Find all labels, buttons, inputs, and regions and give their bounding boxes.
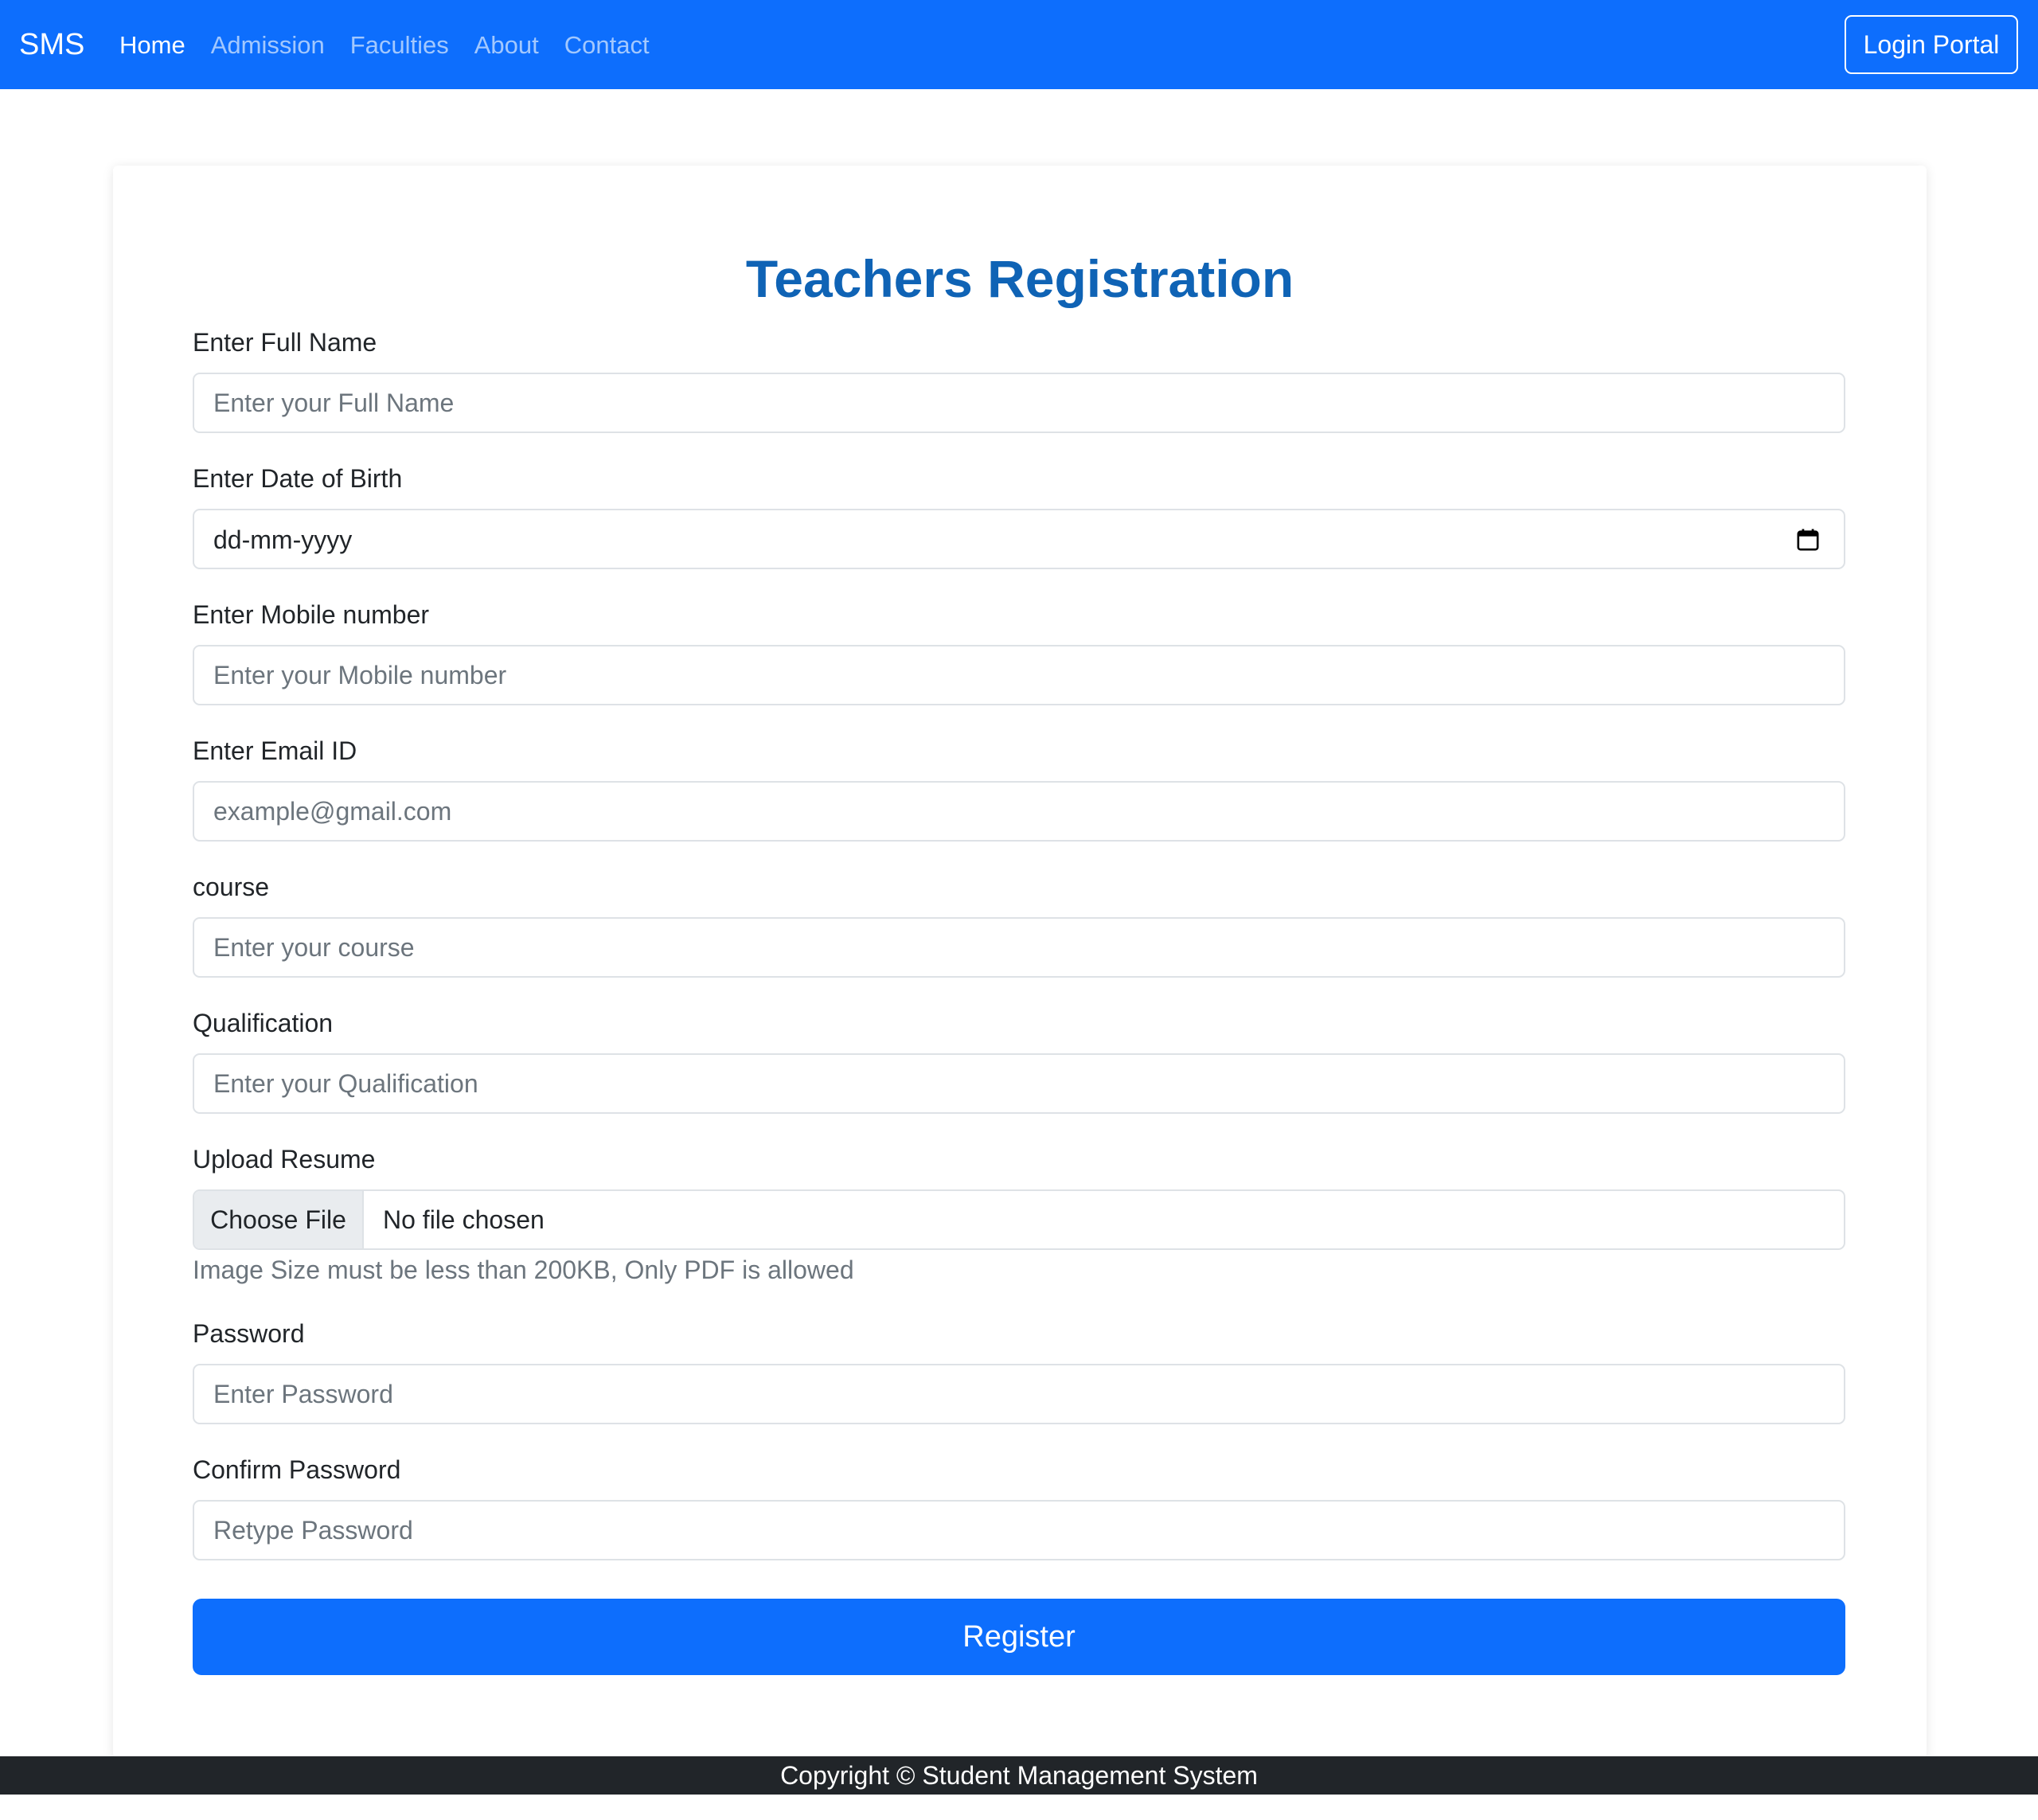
calendar-icon[interactable] <box>1796 528 1820 552</box>
register-button[interactable]: Register <box>193 1599 1845 1675</box>
mobile-label: Enter Mobile number <box>193 600 430 629</box>
nav-link-home[interactable]: Home <box>119 27 185 64</box>
resume-help-text: Image Size must be less than 200KB, Only… <box>193 1256 854 1284</box>
resume-file-input[interactable]: Choose File No file chosen <box>193 1189 1845 1250</box>
navbar: SMS Home Admission Faculties About Conta… <box>0 0 2038 89</box>
mobile-input[interactable] <box>193 645 1845 705</box>
confirm-password-input[interactable] <box>193 1500 1845 1560</box>
course-label: course <box>193 873 270 901</box>
login-portal-button[interactable]: Login Portal <box>1845 15 2018 74</box>
footer-copyright: Copyright © Student Management System <box>780 1761 1258 1790</box>
nav-link-about[interactable]: About <box>474 27 539 64</box>
nav-links: Home Admission Faculties About Contact <box>119 27 675 64</box>
nav-link-admission[interactable]: Admission <box>211 27 325 64</box>
course-input[interactable] <box>193 917 1845 978</box>
nav-link-contact[interactable]: Contact <box>564 27 650 64</box>
email-input[interactable] <box>193 781 1845 842</box>
choose-file-button[interactable]: Choose File <box>194 1191 364 1248</box>
confirm-password-label: Confirm Password <box>193 1455 401 1484</box>
password-label: Password <box>193 1319 305 1348</box>
full-name-label: Enter Full Name <box>193 328 377 357</box>
dob-placeholder: dd-mm-yyyy <box>213 525 353 554</box>
qualification-input[interactable] <box>193 1053 1845 1114</box>
resume-label: Upload Resume <box>193 1145 376 1174</box>
full-name-input[interactable] <box>193 373 1845 433</box>
dob-input[interactable]: dd-mm-yyyy <box>193 509 1845 569</box>
email-label: Enter Email ID <box>193 736 357 765</box>
dob-label: Enter Date of Birth <box>193 464 403 493</box>
qualification-label: Qualification <box>193 1009 334 1037</box>
file-status: No file chosen <box>383 1205 545 1234</box>
page-title: Teachers Registration <box>745 249 1294 308</box>
password-input[interactable] <box>193 1364 1845 1424</box>
footer: Copyright © Student Management System <box>0 1756 2038 1795</box>
brand-logo[interactable]: SMS <box>19 24 84 65</box>
nav-link-faculties[interactable]: Faculties <box>350 27 449 64</box>
